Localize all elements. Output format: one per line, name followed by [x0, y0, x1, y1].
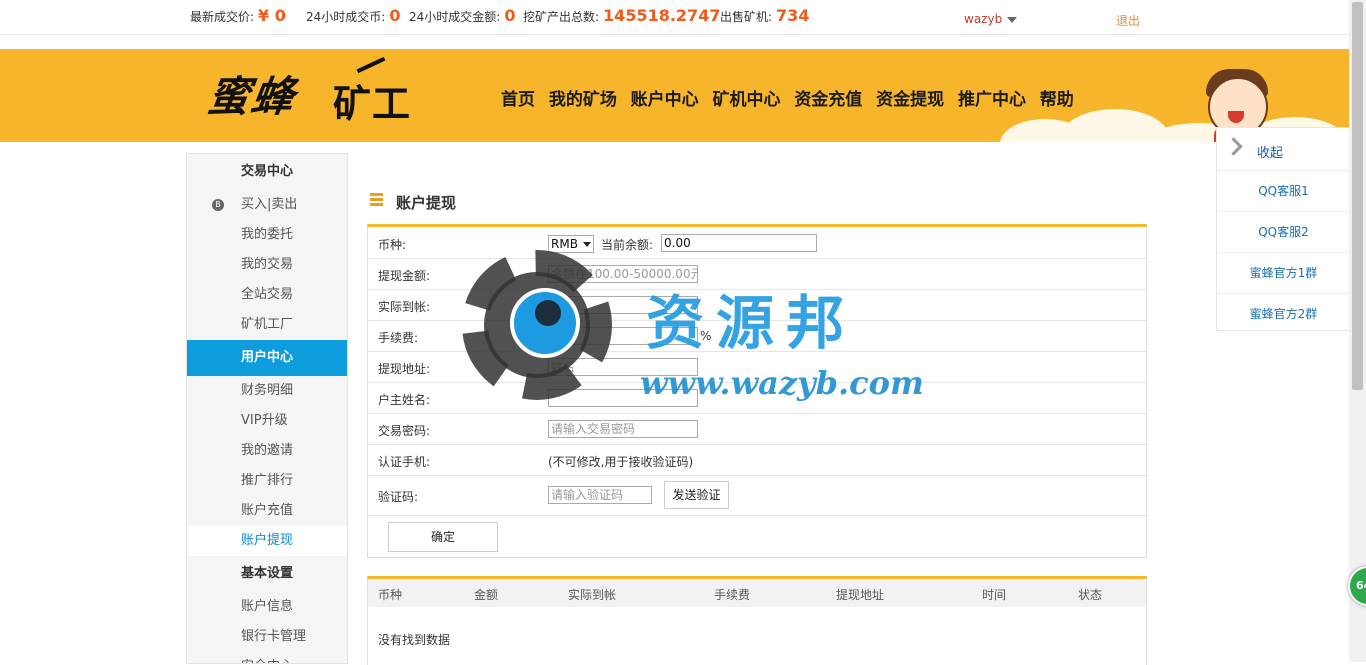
left-sidebar: 交易中心 B 买入|卖出 我的委托 我的交易 全站交易 矿机工厂 用户中心 财务明…	[186, 153, 348, 664]
withdraw-records-table: 币种 金额 实际到帐 手续费 提现地址 时间 状态 没有找到数据	[367, 576, 1147, 665]
chevron-right-icon	[1224, 137, 1243, 156]
phone-label: 认证手机:	[378, 455, 431, 469]
currency-select[interactable]: RMB	[548, 235, 594, 253]
customer-service-panel: 收起 QQ客服1 QQ客服2 蜜蜂官方1群 蜜蜂官方2群	[1216, 127, 1351, 331]
sidebar-item-account-info[interactable]: 账户信息	[187, 592, 347, 622]
col-amount: 金额	[474, 588, 499, 602]
sidebar-item-withdraw[interactable]: 账户提现	[187, 526, 347, 556]
fee-label: 手续费:	[378, 331, 419, 345]
sidebar-item-security[interactable]: 安全中心	[187, 652, 347, 663]
col-status: 状态	[1078, 588, 1103, 602]
page-title: 账户提现	[396, 194, 457, 212]
logo-script-text: 蜜蜂	[204, 72, 300, 121]
scrollbar-thumb[interactable]	[1352, 2, 1363, 390]
amount-label: 提现金额:	[378, 269, 431, 283]
sidebar-section-user[interactable]: 用户中心	[187, 340, 347, 376]
sidebar-item-finance[interactable]: 财务明细	[187, 376, 347, 406]
sidebar-item-recharge[interactable]: 账户充值	[187, 496, 347, 526]
bitcoin-icon: B	[212, 199, 224, 211]
sidebar-item-my-trades[interactable]: 我的交易	[187, 250, 347, 280]
row-code: 验证码: 请输入验证码 发送验证	[368, 475, 1146, 516]
qq-service-2-link[interactable]: QQ客服2	[1217, 212, 1350, 253]
logo-block-text: 矿工	[333, 82, 412, 126]
list-icon	[370, 193, 383, 196]
official-group-1-link[interactable]: 蜜蜂官方1群	[1217, 253, 1350, 294]
sidebar-item-miner-factory[interactable]: 矿机工厂	[187, 310, 347, 340]
col-currency: 币种	[378, 588, 403, 602]
top-stats-bar: 最新成交价: ¥ 0 24小时成交币: 0 24小时成交金额: 0 挖矿产出总数: 14…	[0, 0, 1349, 35]
sidebar-item-vip[interactable]: VIP升级	[187, 406, 347, 436]
nav-my-mine[interactable]: 我的矿场	[549, 85, 617, 110]
col-address: 提现地址	[836, 588, 885, 602]
row-currency: 币种: RMB 当前余额: 0.00	[368, 227, 1146, 259]
send-code-button[interactable]: 发送验证	[664, 481, 729, 509]
balance-field[interactable]: 0.00	[661, 234, 817, 252]
official-group-2-link[interactable]: 蜜蜂官方2群	[1217, 294, 1350, 334]
actual-label: 实际到帐:	[378, 300, 431, 314]
sidebar-item-invite[interactable]: 我的邀请	[187, 436, 347, 466]
balance-label: 当前余额:	[601, 238, 654, 252]
chevron-down-icon	[1007, 16, 1018, 23]
nav-home[interactable]: 首页	[501, 85, 535, 110]
phone-note: (不可修改,用于接收验证码)	[548, 455, 694, 469]
nav-help[interactable]: 帮助	[1040, 85, 1074, 110]
sidebar-item-my-orders[interactable]: 我的委托	[187, 220, 347, 250]
stat-miners-sold: 出售矿机: 734	[720, 6, 810, 25]
main-nav: 首页 我的矿场 账户中心 矿机中心 资金充值 资金提现 推广中心 帮助	[496, 85, 1079, 110]
sidebar-item-all-trades[interactable]: 全站交易	[187, 280, 347, 310]
qq-service-1-link[interactable]: QQ客服1	[1217, 171, 1350, 212]
collapse-button[interactable]: 收起	[1217, 128, 1350, 171]
site-header: 蜜蜂 矿工 首页 我的矿场 账户中心 矿机中心 资金充值 资金提现 推广中心 帮…	[0, 49, 1349, 142]
code-label: 验证码:	[378, 490, 419, 504]
watermark-pupil	[535, 300, 561, 326]
address-label: 提现地址:	[378, 362, 431, 376]
chevron-down-icon	[582, 242, 591, 247]
password-label: 交易密码:	[378, 424, 431, 438]
stat-latest-price: 最新成交价: ¥ 0	[190, 6, 286, 25]
nav-miner-center[interactable]: 矿机中心	[712, 85, 780, 110]
sidebar-section-trade[interactable]: 交易中心	[187, 154, 347, 190]
table-header: 币种 金额 实际到帐 手续费 提现地址 时间 状态	[368, 579, 1146, 607]
logout-link[interactable]: 退出	[1116, 12, 1140, 29]
submit-button[interactable]: 确定	[388, 522, 498, 552]
nav-withdraw[interactable]: 资金提现	[876, 85, 944, 110]
row-password: 交易密码: 请输入交易密码	[368, 413, 1146, 445]
sidebar-item-bank-cards[interactable]: 银行卡管理	[187, 622, 347, 652]
trade-password-input[interactable]: 请输入交易密码	[548, 420, 698, 438]
page-scrollbar[interactable]	[1349, 0, 1366, 662]
stat-24h-volume: 24小时成交币: 0	[306, 6, 401, 25]
watermark-url: www.wazyb.com	[640, 364, 924, 402]
col-time: 时间	[982, 588, 1007, 602]
nav-account-center[interactable]: 账户中心	[631, 85, 699, 110]
sidebar-item-ranking[interactable]: 推广排行	[187, 466, 347, 496]
currency-label: 币种:	[378, 238, 407, 252]
holder-label: 户主姓名:	[378, 393, 431, 407]
user-menu[interactable]: wazyb	[964, 12, 1018, 26]
code-input[interactable]: 请输入验证码	[548, 486, 652, 504]
stat-24h-amount: 24小时成交金额: 0	[409, 6, 516, 25]
nav-deposit[interactable]: 资金充值	[794, 85, 862, 110]
col-fee: 手续费	[714, 588, 751, 602]
row-phone: 认证手机: (不可修改,用于接收验证码)	[368, 444, 1146, 476]
empty-message: 没有找到数据	[378, 633, 451, 647]
sidebar-section-settings[interactable]: 基本设置	[187, 556, 347, 592]
col-actual: 实际到帐	[568, 588, 617, 602]
stat-mining-output: 挖矿产出总数: 145518.2747	[523, 6, 721, 25]
pickaxe-icon	[356, 56, 386, 74]
nav-promotion[interactable]: 推广中心	[958, 85, 1026, 110]
sidebar-item-buy-sell[interactable]: B 买入|卖出	[187, 190, 347, 220]
watermark-title: 资源邦	[646, 289, 857, 357]
